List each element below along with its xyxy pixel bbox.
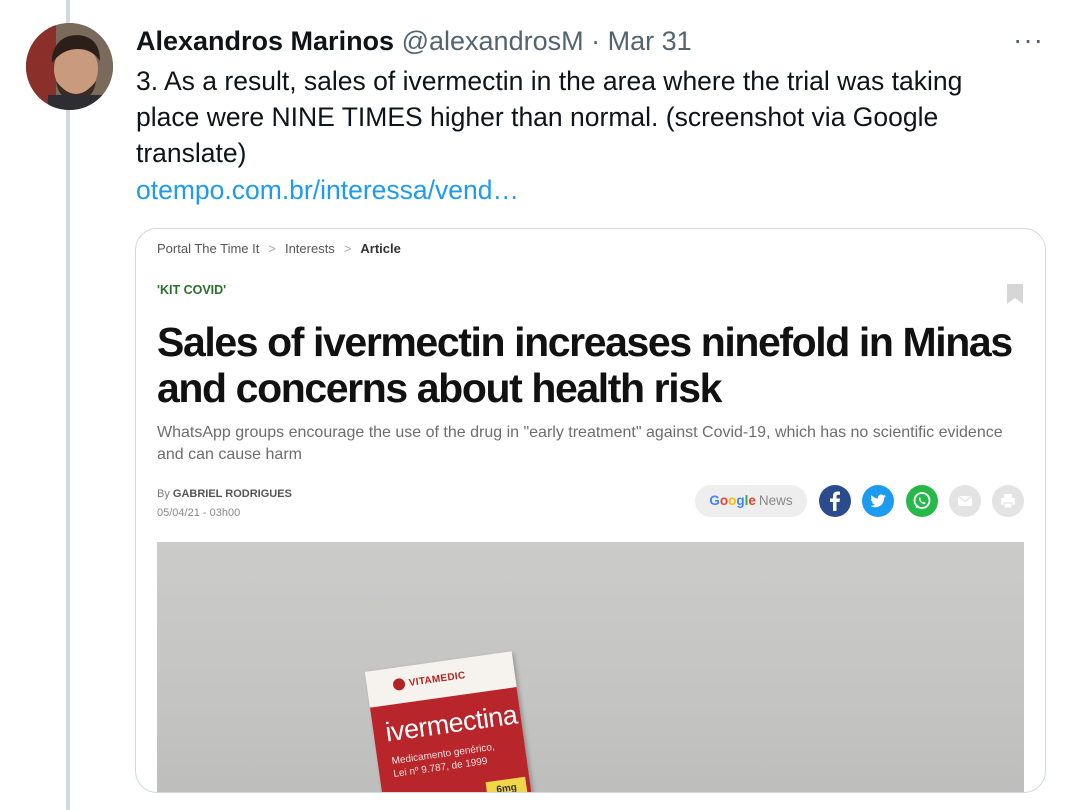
- vitamedic-logo-icon: [392, 677, 406, 692]
- gnews-letter: o: [719, 493, 729, 508]
- tweet-link[interactable]: otempo.com.br/interessa/vend…: [136, 172, 519, 208]
- breadcrumb-separator: >: [268, 241, 276, 256]
- separator-dot: ·: [591, 26, 601, 56]
- bookmark-icon: [1007, 284, 1023, 304]
- avatar[interactable]: [26, 23, 113, 110]
- author-name[interactable]: Alexandros Marinos: [136, 26, 394, 56]
- article-byline: By GABRIEL RODRIGUES: [157, 488, 292, 500]
- box-drug-name: ivermectina: [383, 699, 519, 748]
- avatar-photo: [26, 23, 113, 110]
- article-subheadline: WhatsApp groups encourage the use of the…: [157, 424, 1003, 463]
- more-options-icon[interactable]: ···: [1013, 26, 1044, 54]
- tweet-text: 3. As a result, sales of ivermectin in t…: [136, 66, 963, 168]
- breadcrumb-item-interests: Interests: [284, 241, 335, 256]
- gnews-news-label: News: [758, 493, 793, 508]
- twitter-icon: [862, 485, 894, 517]
- gnews-letter: G: [709, 493, 720, 508]
- gnews-letter: e: [748, 493, 756, 508]
- tweet-header: Alexandros Marinos @alexandrosM · Mar 31: [136, 24, 692, 58]
- whatsapp-icon: [906, 485, 938, 517]
- article-kicker: 'KIT COVID': [157, 283, 227, 297]
- breadcrumb-item-portal: Portal The Time It: [157, 241, 260, 256]
- article-photo: VITAMEDIC ivermectina Medicamento genéri…: [157, 542, 1024, 792]
- breadcrumb-item-article: Article: [360, 241, 401, 256]
- ivermectin-box: VITAMEDIC ivermectina Medicamento genéri…: [365, 651, 533, 792]
- thread-line: [66, 0, 70, 810]
- box-brand: VITAMEDIC: [408, 670, 467, 689]
- tweet-date[interactable]: Mar 31: [608, 26, 692, 56]
- author-handle[interactable]: @alexandrosM: [402, 26, 584, 56]
- print-icon: [992, 485, 1024, 517]
- gnews-letter: g: [736, 493, 745, 508]
- box-dose-label: 6mg: [485, 776, 528, 792]
- article-datetime: 05/04/21 - 03h00: [157, 507, 241, 519]
- byline-author: GABRIEL RODRIGUES: [172, 488, 292, 500]
- breadcrumb: Portal The Time It > Interests > Article: [157, 241, 401, 256]
- article-screenshot-card[interactable]: Portal The Time It > Interests > Article 'KI…: [135, 228, 1046, 793]
- box-generic-text: Medicamento genérico, Lei nº 9.787, de 1…: [391, 741, 498, 781]
- email-icon: [949, 485, 981, 517]
- byline-prefix: By: [157, 488, 170, 500]
- article-headline: Sales of ivermectin increases ninefold i…: [157, 319, 1013, 411]
- google-news-button: Google News: [695, 485, 807, 517]
- facebook-icon: [819, 485, 851, 517]
- breadcrumb-separator: >: [343, 241, 352, 256]
